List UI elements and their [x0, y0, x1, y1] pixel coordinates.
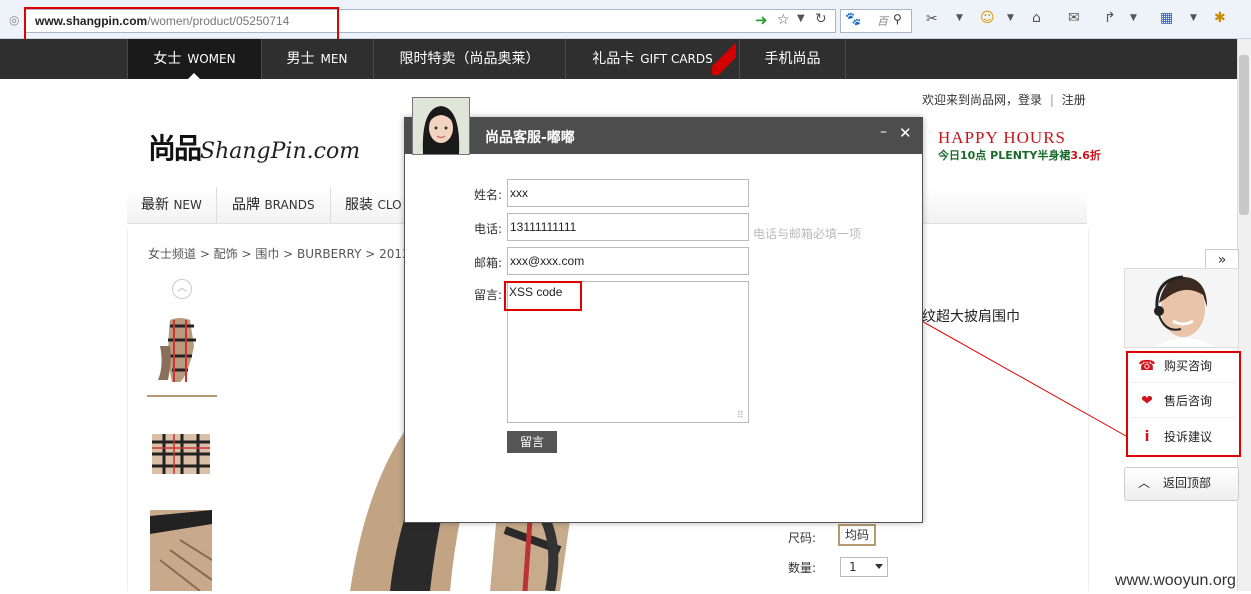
minimize-icon[interactable]: –	[880, 124, 887, 140]
login-links: 欢迎来到尚品网，登录 | 注册	[922, 91, 1086, 108]
screenshot-icon[interactable]: ✂	[926, 11, 938, 27]
dropdown-arrow-icon[interactable]: ▼	[1190, 13, 1197, 23]
breadcrumb[interactable]: 女士频道 > 配饰 > 围巾 > BURBERRY > 2013早春	[148, 245, 434, 262]
dialog-header[interactable]	[404, 117, 923, 154]
search-engine-icon[interactable]: 🐾	[845, 12, 861, 27]
site-logo[interactable]: 尚品ShangPin.com	[148, 127, 360, 167]
search-text: 百	[877, 15, 888, 28]
name-field[interactable]: xxx	[507, 179, 749, 207]
thumbnail-selected-indicator	[147, 395, 217, 397]
thumbnail-up-arrow-icon[interactable]: ︿	[172, 279, 192, 299]
dropdown-arrow-icon[interactable]: ▼	[797, 13, 805, 24]
product-thumbnail[interactable]	[150, 510, 213, 592]
dropdown-arrow-icon[interactable]: ▼	[956, 13, 963, 23]
smiley-icon[interactable]: ☺	[980, 10, 995, 26]
login-link[interactable]: 登录	[1018, 93, 1042, 107]
product-thumbnail[interactable]	[150, 316, 212, 390]
ribbon-decoration	[712, 39, 736, 75]
agent-avatar	[412, 97, 470, 155]
happy-hours-banner[interactable]: HAPPY HOURS	[938, 128, 1066, 148]
chevron-up-icon: ︿	[1137, 476, 1150, 490]
close-icon[interactable]: ✕	[899, 124, 912, 142]
register-link[interactable]: 注册	[1062, 93, 1086, 107]
dropdown-arrow-icon[interactable]: ▼	[1007, 13, 1014, 23]
bookmark-star-icon[interactable]: ☆	[777, 12, 790, 28]
xss-highlight-box	[504, 281, 582, 311]
product-title: 纹超大披肩围巾	[922, 309, 1020, 325]
email-label: 邮箱:	[473, 256, 502, 270]
extension-icon[interactable]: ✱	[1214, 10, 1226, 26]
nav-active-caret	[188, 73, 200, 79]
nav-mobile[interactable]: 手机尚品	[740, 39, 846, 79]
quantity-label: 数量:	[788, 561, 817, 575]
home-icon[interactable]: ⌂	[1032, 10, 1041, 26]
service-agent-photo	[1124, 268, 1239, 348]
heart-chat-icon: ❤	[1141, 393, 1153, 409]
info-icon: i	[1144, 429, 1150, 445]
category-brands[interactable]: 品牌 BRANDS	[217, 187, 331, 223]
happy-hours-subtitle[interactable]: 今日10点 PLENTY半身裙3.6折	[938, 147, 1101, 163]
phone-label: 电话:	[473, 222, 502, 236]
size-option[interactable]: 均码	[838, 524, 876, 546]
dropdown-arrow-icon[interactable]: ▼	[1130, 13, 1137, 23]
category-new[interactable]: 最新 NEW	[127, 187, 217, 223]
welcome-text: 欢迎来到尚品网，	[922, 93, 1019, 107]
scroll-thumb[interactable]	[1239, 55, 1249, 215]
watermark: www.wooyun.org	[1115, 572, 1236, 589]
purchase-consult-item[interactable]: ☎ 购买咨询	[1130, 350, 1236, 383]
page-icon: ◎	[9, 13, 20, 27]
chevron-down-icon	[875, 564, 883, 569]
back-to-top-button[interactable]: ︿ 返回顶部	[1124, 467, 1239, 501]
quantity-select[interactable]: 1	[840, 557, 888, 577]
go-icon[interactable]: ➜	[755, 11, 768, 29]
headset-icon: ☎	[1138, 358, 1156, 374]
email-field[interactable]: xxx@xxx.com	[507, 247, 749, 275]
contact-hint: 电话与邮箱必填一项	[753, 227, 862, 241]
product-thumbnail[interactable]	[150, 420, 212, 494]
nav-flash-sale[interactable]: 限时特卖（尚品奥莱）	[374, 39, 566, 79]
apps-icon[interactable]: ▦	[1160, 10, 1173, 26]
share-icon[interactable]: ↱	[1104, 10, 1116, 26]
nav-men[interactable]: 男士 MEN	[261, 39, 374, 79]
name-label: 姓名:	[473, 188, 502, 202]
reload-icon[interactable]: ↻	[815, 11, 827, 27]
complaint-item[interactable]: i 投诉建议	[1130, 421, 1236, 453]
after-sales-item[interactable]: ❤ 售后咨询	[1130, 385, 1236, 418]
resize-grip-icon[interactable]: ⠿	[737, 411, 744, 421]
submit-message-button[interactable]: 留言	[507, 431, 557, 453]
phone-field[interactable]: 13111111111	[507, 213, 749, 241]
search-icon[interactable]: ⚲	[893, 12, 902, 26]
mail-icon[interactable]: ✉	[1068, 10, 1080, 26]
search-box[interactable]: 🐾 百 ⚲	[840, 9, 912, 33]
url-highlight-box	[24, 7, 339, 41]
size-label: 尺码:	[788, 531, 817, 545]
message-label: 留言:	[473, 288, 502, 302]
dialog-title: 尚品客服-嘟嘟	[485, 130, 575, 146]
link-separator: |	[1049, 93, 1054, 107]
